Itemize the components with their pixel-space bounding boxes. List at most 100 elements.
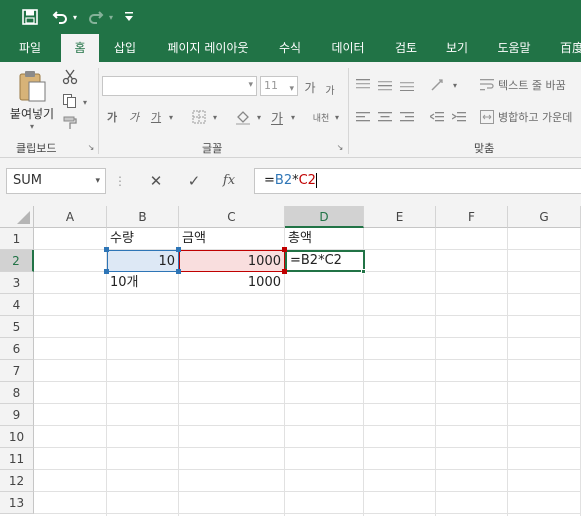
save-icon[interactable] <box>20 6 40 28</box>
wrap-text-icon[interactable] <box>478 76 496 94</box>
range-handle[interactable] <box>282 269 287 274</box>
range-handle[interactable] <box>104 247 109 252</box>
align-center-icon[interactable] <box>376 108 394 126</box>
grow-font-button[interactable]: 가 <box>302 78 318 96</box>
tab-data[interactable]: 데이터 <box>322 34 374 62</box>
select-all-button[interactable] <box>0 206 34 228</box>
tab-review[interactable]: 검토 <box>384 34 428 62</box>
tab-view[interactable]: 보기 <box>436 34 478 62</box>
align-middle-icon[interactable] <box>376 76 394 94</box>
font-color-button[interactable]: 가 <box>268 108 286 127</box>
column-header-b[interactable]: B <box>107 206 179 228</box>
enter-icon[interactable]: ✓ <box>182 171 206 191</box>
column-header-a[interactable]: A <box>34 206 107 228</box>
increase-indent-icon[interactable] <box>450 108 468 126</box>
undo-icon[interactable] <box>50 6 70 28</box>
customize-qat-icon[interactable] <box>122 6 136 28</box>
tab-insert[interactable]: 삽입 <box>104 34 146 62</box>
tab-page-layout[interactable]: 페이지 레이아웃 <box>158 34 258 62</box>
copy-icon[interactable] <box>60 92 80 110</box>
fill-color-dropdown-icon[interactable]: ▾ <box>254 110 264 124</box>
insert-function-icon[interactable]: fx <box>217 171 241 191</box>
row-header-4[interactable]: 4 <box>0 294 34 316</box>
range-handle[interactable] <box>176 247 181 252</box>
clipboard-launcher-icon[interactable]: ↘ <box>86 142 96 152</box>
column-header-f[interactable]: F <box>436 206 508 228</box>
undo-dropdown-icon[interactable]: ▾ <box>70 6 80 28</box>
cell-c3[interactable]: 1000 <box>179 272 285 294</box>
font-color-dropdown-icon[interactable]: ▾ <box>288 110 298 124</box>
borders-icon[interactable] <box>190 108 208 126</box>
gridline-row <box>34 513 581 514</box>
merge-center-button[interactable]: 병합하고 가운데 <box>498 108 572 126</box>
column-header-c[interactable]: C <box>179 206 285 228</box>
align-left-icon[interactable] <box>354 108 372 126</box>
cell-d2[interactable]: =B2*C2 <box>285 250 365 272</box>
redo-dropdown-icon[interactable]: ▾ <box>106 6 116 28</box>
tab-baidu[interactable]: 百度 <box>552 34 581 62</box>
shrink-font-button[interactable]: 가 <box>322 80 338 98</box>
row-header-9[interactable]: 9 <box>0 404 34 426</box>
orientation-icon[interactable] <box>428 76 448 94</box>
merge-center-icon[interactable] <box>478 108 496 126</box>
name-box[interactable]: SUM ▾ <box>6 168 106 194</box>
cell-b2[interactable]: 10 <box>107 250 179 272</box>
align-top-icon[interactable] <box>354 76 372 94</box>
underline-dropdown-icon[interactable]: ▾ <box>166 110 176 124</box>
decrease-indent-icon[interactable] <box>428 108 446 126</box>
tab-home[interactable]: 홈 <box>61 34 99 62</box>
paste-button[interactable]: 붙여넣기 <box>6 105 58 121</box>
align-right-icon[interactable] <box>398 108 416 126</box>
column-header-d[interactable]: D <box>285 206 364 228</box>
underline-button[interactable]: 가 <box>148 108 164 126</box>
font-name-combo[interactable]: ▾ <box>102 76 257 96</box>
borders-dropdown-icon[interactable]: ▾ <box>210 110 220 124</box>
cut-icon[interactable] <box>60 68 80 86</box>
bold-button[interactable]: 가 <box>104 108 120 126</box>
range-handle[interactable] <box>176 269 181 274</box>
row-header-10[interactable]: 10 <box>0 426 34 448</box>
cell-b3[interactable]: 10개 <box>107 272 179 294</box>
column-header-e[interactable]: E <box>364 206 436 228</box>
cell-c2[interactable]: 1000 <box>179 250 285 272</box>
row-header-3[interactable]: 3 <box>0 272 34 294</box>
font-launcher-icon[interactable]: ↘ <box>335 142 345 152</box>
cancel-icon[interactable]: ✕ <box>144 171 168 191</box>
worksheet-grid[interactable]: A B C D E F G 1 2 3 4 5 6 7 8 9 10 11 12… <box>0 206 581 516</box>
copy-dropdown-icon[interactable]: ▾ <box>80 96 90 108</box>
range-handle[interactable] <box>104 269 109 274</box>
font-size-combo[interactable]: 11 ▾ <box>260 76 298 96</box>
drag-handle-icon[interactable]: ⋮ <box>112 171 128 191</box>
column-header-g[interactable]: G <box>508 206 581 228</box>
cell-c1[interactable]: 금액 <box>179 228 285 250</box>
range-handle[interactable] <box>282 247 287 252</box>
row-header-7[interactable]: 7 <box>0 360 34 382</box>
row-header-11[interactable]: 11 <box>0 448 34 470</box>
fill-handle[interactable] <box>361 269 366 274</box>
row-header-13[interactable]: 13 <box>0 492 34 514</box>
orientation-dropdown-icon[interactable]: ▾ <box>450 78 460 92</box>
cell-b1[interactable]: 수량 <box>107 228 179 250</box>
row-header-2[interactable]: 2 <box>0 250 34 272</box>
formula-input[interactable]: =B2*C2 <box>254 168 581 194</box>
row-header-1[interactable]: 1 <box>0 228 34 250</box>
align-bottom-icon[interactable] <box>398 76 416 94</box>
wrap-text-button[interactable]: 텍스트 줄 바꿈 <box>498 76 566 94</box>
paste-dropdown-icon[interactable]: ▾ <box>26 120 38 132</box>
fill-color-icon[interactable] <box>234 108 252 126</box>
cell-d1[interactable]: 총액 <box>285 228 364 250</box>
paste-icon[interactable] <box>14 68 50 104</box>
ribbon-tabs: 파일 홈 삽입 페이지 레이아웃 수식 데이터 검토 보기 도움말 百度 <box>0 34 581 62</box>
row-header-8[interactable]: 8 <box>0 382 34 404</box>
phonetic-button[interactable]: 내천 <box>312 108 330 126</box>
format-painter-icon[interactable] <box>60 114 80 132</box>
redo-icon[interactable] <box>86 6 106 28</box>
tab-file[interactable]: 파일 <box>8 34 52 62</box>
row-header-12[interactable]: 12 <box>0 470 34 492</box>
italic-button[interactable]: 가 <box>126 108 142 126</box>
row-header-6[interactable]: 6 <box>0 338 34 360</box>
phonetic-dropdown-icon[interactable]: ▾ <box>332 110 342 124</box>
tab-formulas[interactable]: 수식 <box>268 34 312 62</box>
tab-help[interactable]: 도움말 <box>488 34 540 62</box>
row-header-5[interactable]: 5 <box>0 316 34 338</box>
